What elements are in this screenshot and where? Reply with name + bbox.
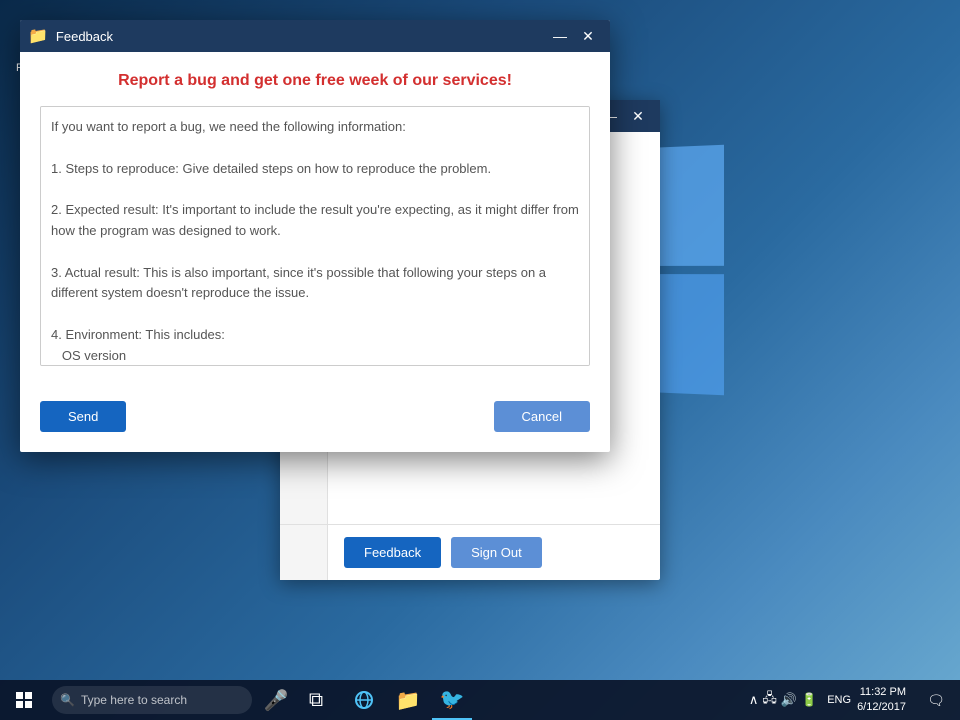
- start-button[interactable]: [0, 680, 48, 720]
- tray-icons: ∧ 🖧 🔊 🔋: [749, 689, 817, 711]
- tray-network-icon[interactable]: 🖧: [762, 689, 777, 711]
- feedback-footer: Send Cancel: [20, 389, 610, 452]
- search-placeholder-text: Type here to search: [81, 693, 187, 707]
- feedback-textarea[interactable]: If you want to report a bug, we need the…: [40, 106, 590, 366]
- tray-chevron-icon[interactable]: ∧: [749, 692, 759, 708]
- taskbar-tray: ∧ 🖧 🔊 🔋 ENG 11:32 PM 6/12/2017 🗨: [749, 680, 960, 720]
- taskbar-clock[interactable]: 11:32 PM 6/12/2017: [857, 685, 906, 716]
- mic-icon: 🎤: [264, 688, 289, 713]
- folder-icon: 📁: [28, 26, 48, 46]
- notification-icon: 🗨: [927, 692, 945, 709]
- taskbar-search-box[interactable]: 🔍 Type here to search: [52, 686, 252, 714]
- taskbar-app-button[interactable]: 🐦: [432, 680, 472, 720]
- taskbar-ie-button[interactable]: [344, 680, 384, 720]
- tray-language[interactable]: ENG: [827, 694, 851, 706]
- feedback-dialog: 📁 Feedback — ✕ Report a bug and get one …: [20, 20, 610, 452]
- taskbar: 🔍 Type here to search 🎤 ⧉ 📁 🐦: [0, 680, 960, 720]
- bg-partial-text: ed: [637, 340, 650, 354]
- settings-close-button[interactable]: ✕: [624, 102, 652, 130]
- send-button[interactable]: Send: [40, 401, 126, 432]
- app-taskbar-icon: 🐦: [440, 687, 465, 712]
- clock-time: 11:32 PM: [857, 685, 906, 700]
- feedback-close-button[interactable]: ✕: [574, 22, 602, 50]
- clock-date: 6/12/2017: [857, 700, 906, 715]
- folder-taskbar-icon: 📁: [396, 688, 421, 713]
- feedback-titlebar: 📁 Feedback — ✕: [20, 20, 610, 52]
- feedback-dialog-title: Feedback: [56, 29, 546, 44]
- tray-battery-icon[interactable]: 🔋: [801, 692, 817, 708]
- feedback-button[interactable]: Feedback: [344, 537, 441, 568]
- feedback-minimize-button[interactable]: —: [546, 22, 574, 50]
- desktop: 🗑 Recycle Bin Sec... — ✕ ⇄ 👤 ⚙ Add app t…: [0, 0, 960, 720]
- cancel-button[interactable]: Cancel: [494, 401, 590, 432]
- taskbar-taskview-button[interactable]: ⧉: [296, 680, 336, 720]
- tray-volume-icon[interactable]: 🔊: [781, 692, 797, 708]
- taskview-icon: ⧉: [309, 689, 323, 712]
- feedback-body: Report a bug and get one free week of ou…: [20, 52, 610, 389]
- taskbar-pinned-apps: 📁 🐦: [344, 680, 472, 720]
- feedback-heading: Report a bug and get one free week of ou…: [40, 72, 590, 90]
- taskbar-mic-button[interactable]: 🎤: [256, 680, 296, 720]
- notification-button[interactable]: 🗨: [920, 680, 952, 720]
- search-icon: 🔍: [60, 693, 75, 707]
- signout-button[interactable]: Sign Out: [451, 537, 542, 568]
- taskbar-explorer-button[interactable]: 📁: [388, 680, 428, 720]
- settings-bottom-actions: Feedback Sign Out: [280, 524, 660, 580]
